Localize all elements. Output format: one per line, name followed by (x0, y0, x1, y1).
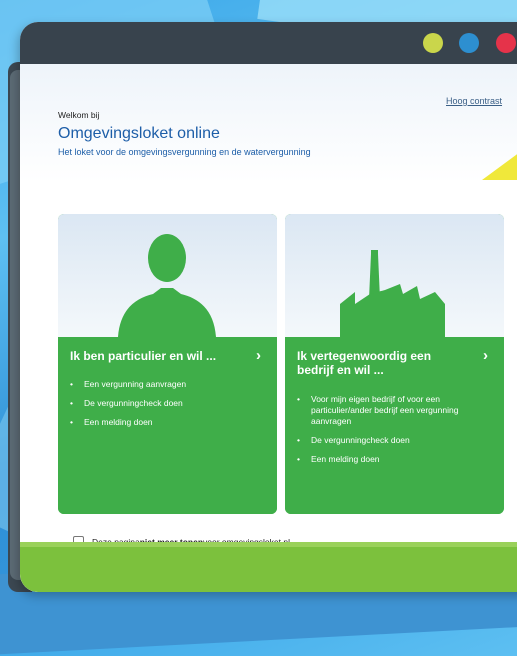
person-silhouette-icon (118, 234, 216, 337)
footer-band (20, 547, 517, 592)
card-body: Ik vertegenwoordig een bedrijf en wil ..… (285, 337, 504, 514)
close-dot-icon[interactable] (496, 33, 516, 53)
page-subtitle: Het loket voor de omgevingsvergunning en… (58, 147, 311, 157)
maximize-dot-icon[interactable] (459, 33, 479, 53)
page-content: Hoog contrast Welkom bij Omgevingsloket … (20, 64, 517, 592)
card-list: Voor mijn eigen bedrijf of voor een part… (297, 394, 487, 473)
card-list: Een vergunning aanvragen De vergunningch… (70, 379, 260, 436)
chevron-right-icon[interactable]: › (483, 347, 488, 364)
card-image (285, 214, 504, 337)
list-item[interactable]: Voor mijn eigen bedrijf of voor een part… (297, 394, 487, 427)
list-item[interactable]: Een vergunning aanvragen (70, 379, 260, 390)
browser-window: Hoog contrast Welkom bij Omgevingsloket … (20, 22, 517, 592)
minimize-dot-icon[interactable] (423, 33, 443, 53)
list-item[interactable]: Een melding doen (297, 454, 487, 465)
high-contrast-link[interactable]: Hoog contrast (446, 96, 502, 106)
card-title: Ik vertegenwoordig een bedrijf en wil ..… (297, 349, 432, 377)
card-body: Ik ben particulier en wil ... › Een verg… (58, 337, 277, 514)
card-bedrijf[interactable]: Ik vertegenwoordig een bedrijf en wil ..… (285, 214, 504, 514)
list-item[interactable]: De vergunningcheck doen (70, 398, 260, 409)
decorative-triangle (482, 152, 517, 180)
list-item[interactable]: Een melding doen (70, 417, 260, 428)
card-title: Ik ben particulier en wil ... (70, 349, 217, 363)
page-header (20, 64, 517, 182)
card-image (58, 214, 277, 337)
window-titlebar (20, 22, 517, 64)
list-item[interactable]: De vergunningcheck doen (297, 435, 487, 446)
welcome-label: Welkom bij (58, 110, 100, 120)
card-particulier[interactable]: Ik ben particulier en wil ... › Een verg… (58, 214, 277, 514)
page-title: Omgevingsloket online (58, 125, 220, 142)
chevron-right-icon[interactable]: › (256, 347, 261, 364)
factory-silhouette-icon (340, 250, 445, 337)
